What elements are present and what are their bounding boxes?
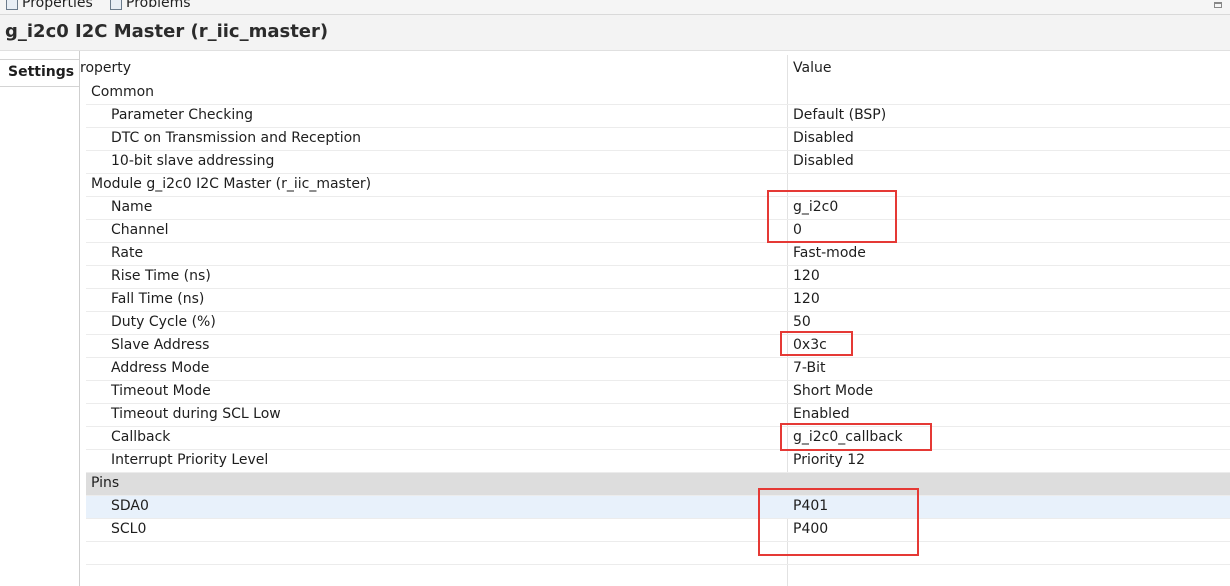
property-label: 10-bit slave addressing bbox=[111, 153, 275, 169]
property-label: Timeout during SCL Low bbox=[111, 406, 281, 422]
properties-tab[interactable]: Properties bbox=[6, 0, 93, 11]
title-bar: g_i2c0 I2C Master (r_iic_master) bbox=[0, 15, 1230, 51]
page-title: g_i2c0 I2C Master (r_iic_master) bbox=[5, 21, 329, 42]
property-row[interactable]: Timeout during SCL Low Enabled bbox=[86, 404, 1230, 427]
property-value[interactable]: Disabled bbox=[793, 153, 854, 169]
value-column-header[interactable]: Value bbox=[793, 60, 831, 76]
property-label: DTC on Transmission and Reception bbox=[111, 130, 362, 146]
property-value[interactable]: 7-Bit bbox=[793, 360, 825, 376]
property-label: SCL0 bbox=[111, 521, 147, 537]
property-label: Channel bbox=[111, 222, 169, 238]
highlight-box-pins bbox=[758, 488, 919, 556]
property-row[interactable]: Fall Time (ns) 120 bbox=[86, 289, 1230, 312]
property-row[interactable]: DTC on Transmission and Reception Disable… bbox=[86, 128, 1230, 151]
property-value[interactable]: Default (BSP) bbox=[793, 107, 886, 123]
property-row-scl0[interactable]: SCL0 P400 bbox=[86, 519, 1230, 542]
group-row-pins[interactable]: Pins bbox=[86, 473, 1230, 496]
property-value[interactable]: Short Mode bbox=[793, 383, 873, 399]
property-label: Slave Address bbox=[111, 337, 210, 353]
property-row-slave-address[interactable]: Slave Address 0x3c bbox=[86, 335, 1230, 358]
highlight-box-slave-address bbox=[780, 331, 853, 356]
property-row[interactable]: 10-bit slave addressing Disabled bbox=[86, 151, 1230, 174]
property-value[interactable]: Priority 12 bbox=[793, 452, 865, 468]
group-row-module[interactable]: Module g_i2c0 I2C Master (r_iic_master) bbox=[86, 174, 1230, 197]
property-grid: roperty Value Common Parameter Checking D… bbox=[80, 55, 1230, 565]
property-column-header[interactable]: roperty bbox=[80, 60, 131, 76]
property-row-sda0[interactable]: SDA0 P401 bbox=[86, 496, 1230, 519]
property-label: SDA0 bbox=[111, 498, 149, 514]
property-label: Rise Time (ns) bbox=[111, 268, 211, 284]
property-label: Name bbox=[111, 199, 153, 215]
property-label: Address Mode bbox=[111, 360, 210, 376]
property-label: Duty Cycle (%) bbox=[111, 314, 216, 330]
property-label: Interrupt Priority Level bbox=[111, 452, 269, 468]
property-row[interactable]: Duty Cycle (%) 50 bbox=[86, 312, 1230, 335]
property-label: Pins bbox=[91, 475, 120, 491]
properties-tab-label: Properties bbox=[22, 0, 93, 11]
property-value[interactable]: 50 bbox=[793, 314, 811, 330]
problems-tab-label: Problems bbox=[126, 0, 191, 11]
property-row[interactable]: Address Mode 7-Bit bbox=[86, 358, 1230, 381]
property-label: Timeout Mode bbox=[111, 383, 211, 399]
side-tab-panel: Settings bbox=[0, 51, 80, 586]
property-row[interactable]: Timeout Mode Short Mode bbox=[86, 381, 1230, 404]
property-label: Fall Time (ns) bbox=[111, 291, 205, 307]
group-row-common[interactable]: Common bbox=[86, 82, 1230, 105]
property-row[interactable]: Rise Time (ns) 120 bbox=[86, 266, 1230, 289]
property-value[interactable]: Fast-mode bbox=[793, 245, 866, 261]
property-label: Callback bbox=[111, 429, 171, 445]
property-value[interactable]: 120 bbox=[793, 268, 820, 284]
property-row-callback[interactable]: Callback g_i2c0_callback bbox=[86, 427, 1230, 450]
property-row[interactable]: Interrupt Priority Level Priority 12 bbox=[86, 450, 1230, 473]
property-label: Module g_i2c0 I2C Master (r_iic_master) bbox=[91, 176, 372, 192]
tab-settings-label: Settings bbox=[8, 64, 75, 80]
tab-settings[interactable]: Settings bbox=[0, 59, 79, 87]
property-row-name[interactable]: Name g_i2c0 bbox=[86, 197, 1230, 220]
problems-icon bbox=[110, 0, 122, 10]
property-row-channel[interactable]: Channel 0 bbox=[86, 220, 1230, 243]
maximize-icon[interactable] bbox=[1214, 2, 1222, 8]
property-value[interactable]: 120 bbox=[793, 291, 820, 307]
grid-header: roperty Value bbox=[80, 55, 1230, 82]
empty-row bbox=[86, 542, 1230, 565]
view-tab-bar: Properties Problems bbox=[0, 0, 1230, 15]
property-value[interactable]: Disabled bbox=[793, 130, 854, 146]
property-value[interactable]: Enabled bbox=[793, 406, 850, 422]
property-row[interactable]: Parameter Checking Default (BSP) bbox=[86, 105, 1230, 128]
highlight-box-name-channel bbox=[767, 190, 897, 243]
highlight-box-callback bbox=[780, 423, 932, 451]
property-label: Common bbox=[91, 84, 155, 100]
property-row[interactable]: Rate Fast-mode bbox=[86, 243, 1230, 266]
property-label: Rate bbox=[111, 245, 144, 261]
problems-tab[interactable]: Problems bbox=[110, 0, 191, 11]
property-label: Parameter Checking bbox=[111, 107, 254, 123]
properties-icon bbox=[6, 0, 18, 10]
